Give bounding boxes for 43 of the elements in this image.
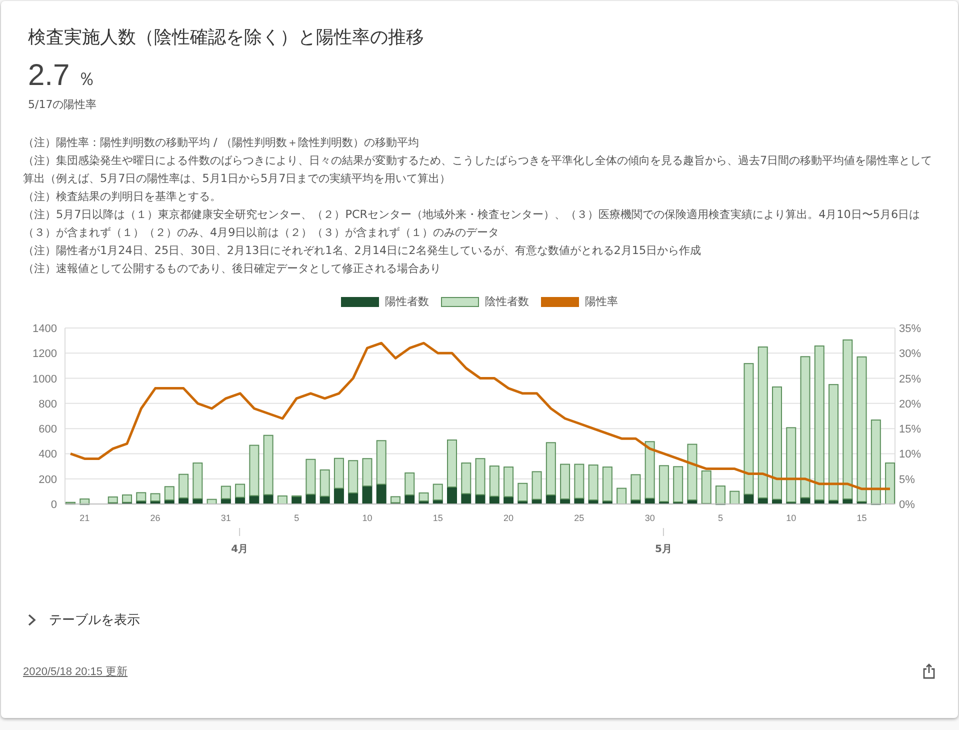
y-axis-label: 10% — [899, 448, 922, 461]
y-axis-label: 1200 — [32, 348, 57, 360]
note-text: （注）陽性率：陽性判明数の移動平均 / （陽性判明数＋陰性判明数）の移動平均 — [23, 135, 420, 151]
y-axis-label: 20% — [899, 398, 922, 410]
note-text: （注）5月7日以降は（１）東京都健康安全研究センター、（２）PCRセンター（地域外来・検査センター）、（３）医療機関での保険適用検査実績により算出。4月10日〜5月6日は（３）が含まれず（１）（２）のみ、4月9日以前は（２）（３）が含まれず（１）のみのデータ — [23, 207, 922, 241]
x-axis-label: 21 — [80, 513, 90, 523]
y-axis-label: 25% — [899, 373, 922, 386]
rate-unit: ％ — [78, 68, 96, 91]
month-label: 4月 — [231, 544, 248, 555]
card-title: 検査実施人数（陰性確認を除く）と陽性率の推移 — [27, 26, 425, 50]
y-axis-label: 400 — [38, 448, 57, 461]
y-axis-label: 1400 — [32, 323, 57, 335]
y-axis-label: 0 — [50, 499, 57, 511]
x-axis-label: 10 — [362, 513, 372, 523]
y-axis-label: 30% — [899, 348, 922, 360]
note-text: （注）速報値として公開するものであり、後日確定データとして修正される場合あり — [23, 261, 442, 277]
rate-value: 2.7 — [28, 59, 70, 93]
y-axis-label: 800 — [38, 398, 57, 410]
y-axis-label: 35% — [899, 323, 922, 335]
note-text: （注）集団感染発生や曜日による件数のばらつきにより、日々の結果が変動するため、こうしたばらつきを平準化し全体の傾向を見る趣旨から、過去7日間の移動平均値を陽性率として算出（例えば、5月7日の陽性率は、5月1日から5月7日までの実績平均を用いて算出） — [23, 153, 934, 187]
x-axis-label: 30 — [644, 513, 655, 523]
x-axis-label: 31 — [220, 513, 231, 523]
y-axis-label: 5% — [899, 474, 915, 486]
x-axis-label: 15 — [856, 513, 867, 523]
y-axis-label: 200 — [38, 474, 57, 486]
legend-label: 陽性率 — [585, 294, 618, 309]
month-label: 5月 — [654, 544, 672, 555]
x-axis-label: 15 — [432, 513, 443, 523]
legend-label: 陽性者数 — [385, 294, 429, 309]
y-axis-label: 0% — [899, 499, 915, 511]
x-axis-label: 25 — [574, 513, 584, 523]
x-axis-label: 5 — [294, 513, 300, 523]
y-axis-label: 600 — [38, 424, 57, 436]
note-text: （注）検査結果の判明日を基準とする。 — [23, 189, 222, 205]
rate-caption: 5/17の陽性率 — [27, 97, 98, 112]
x-axis-label: 20 — [504, 513, 514, 523]
note-text: （注）陽性者が1月24日、25日、30日、2月13日にそれぞれ1名、2月14日に2名発生しているが、有意な数値がとれる2月15日から作成 — [23, 243, 702, 259]
x-axis-label: 10 — [786, 513, 796, 523]
y-axis-label: 1000 — [32, 373, 57, 386]
x-axis-label: 26 — [150, 513, 160, 523]
x-axis-label: 5 — [718, 513, 723, 523]
legend-label: 陰性者数 — [485, 294, 529, 309]
y-axis-label: 15% — [899, 424, 922, 436]
